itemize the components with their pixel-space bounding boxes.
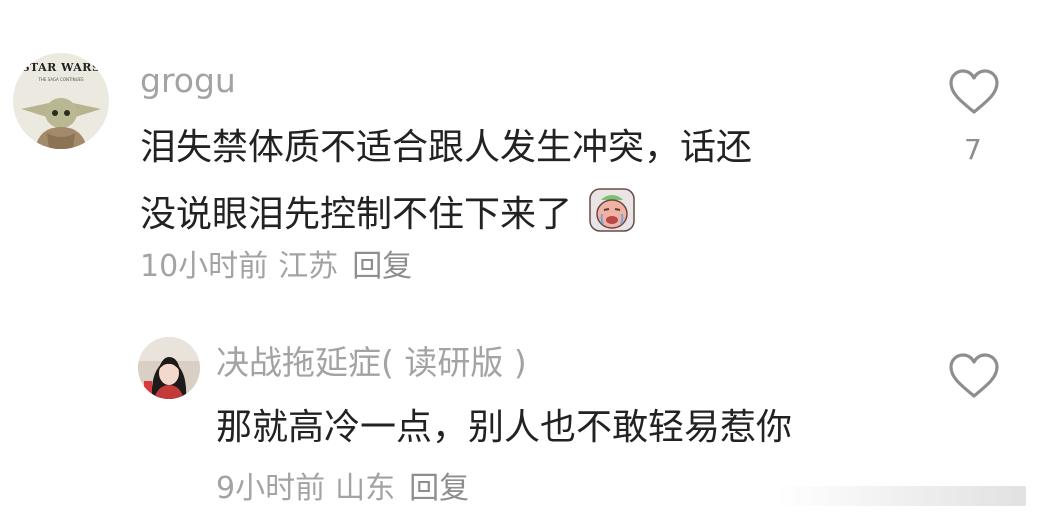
- reply-button[interactable]: 回复: [352, 249, 412, 284]
- crying-face-emoji: [589, 188, 636, 239]
- comment-text-line: 泪失禁体质不适合跟人发生冲突，话还: [140, 127, 753, 168]
- avatar-sub-text: THE SAGA CONTINUES: [38, 77, 84, 82]
- avatar-brand-text: STAR WARS: [21, 61, 101, 74]
- comment-thread: STAR WARS THE SAGA CONTINUES grogu 泪失禁体质…: [0, 0, 1044, 524]
- comment-meta: 10小时前 江苏 回复: [140, 252, 412, 282]
- comment-text: 那就高冷一点，别人也不敢轻易惹你: [216, 407, 793, 448]
- avatar[interactable]: STAR WARS THE SAGA CONTINUES: [13, 53, 109, 149]
- comment-time: 9小时前: [216, 471, 326, 506]
- girl-portrait-avatar: [138, 337, 200, 399]
- comment-time: 10小时前: [140, 249, 269, 284]
- reply-button[interactable]: 回复: [409, 471, 469, 506]
- comment-username[interactable]: grogu: [140, 64, 236, 97]
- heart-outline-icon: [949, 69, 999, 114]
- like-button[interactable]: [948, 68, 1000, 116]
- comment-text-line: 没说眼泪先控制不住下来了: [140, 188, 636, 239]
- comment-username[interactable]: 决战拖延症( 读研版 ): [216, 346, 527, 379]
- watermark: [776, 486, 1026, 506]
- comment-location: 江苏: [278, 249, 339, 284]
- comment-meta: 9小时前 山东 回复: [216, 474, 469, 504]
- comment-location: 山东: [335, 471, 396, 506]
- avatar[interactable]: [138, 337, 200, 399]
- like-count: 7: [964, 133, 982, 166]
- like-button[interactable]: [948, 352, 1000, 400]
- comment-text: 没说眼泪先控制不住下来了: [140, 194, 573, 235]
- heart-outline-icon: [949, 353, 999, 398]
